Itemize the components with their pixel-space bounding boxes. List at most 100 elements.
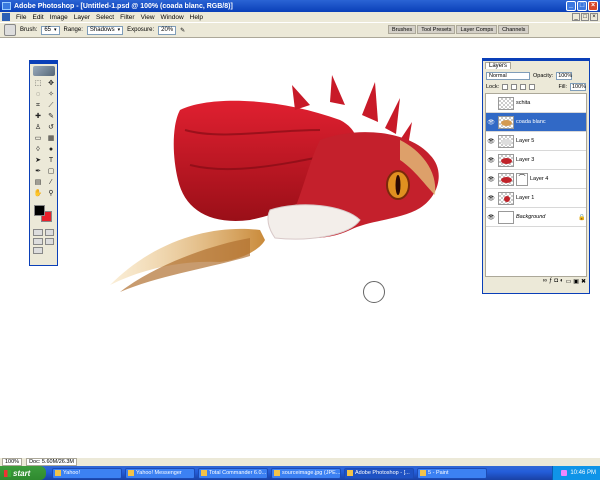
history-brush-icon[interactable]: ↺ — [45, 123, 57, 133]
taskbar-button-paint[interactable]: 5 - Paint — [417, 467, 487, 479]
blend-mode-select[interactable]: Normal — [486, 71, 530, 80]
layer-row-coada-blanc[interactable]: 👁 coada blanc — [486, 113, 586, 132]
taskbar-button-sourceimage[interactable]: sourceimage.jpg (JPE... — [271, 467, 341, 479]
dragon-pupil — [395, 175, 401, 195]
link-layers-icon[interactable]: ∞ — [543, 278, 547, 287]
layer-style-icon[interactable]: ƒ — [549, 278, 552, 287]
tab-layer-comps[interactable]: Layer Comps — [456, 25, 498, 34]
menu-help[interactable]: Help — [187, 14, 206, 21]
photoshop-logo[interactable] — [32, 66, 55, 76]
marquee-tool-icon[interactable]: ⬚ — [32, 79, 44, 89]
exposure-field[interactable]: 20% — [158, 25, 177, 35]
fill-field[interactable]: 100% — [570, 82, 586, 91]
new-layer-icon[interactable]: ▣ — [573, 278, 579, 287]
opacity-field[interactable]: 100% — [556, 71, 572, 80]
doc-info[interactable]: Doc: 5.60M/26.3M — [26, 458, 78, 466]
zoom-tool-icon[interactable]: ⚲ — [45, 189, 57, 199]
layer-row-background[interactable]: 👁 Background 🔒 — [486, 208, 586, 227]
maximize-button[interactable]: □ — [577, 1, 587, 11]
adjustment-layer-icon[interactable]: ◐ — [560, 278, 564, 287]
clone-stamp-icon[interactable]: ♙ — [32, 123, 44, 133]
image-icon — [274, 470, 280, 476]
minimize-button[interactable]: _ — [566, 1, 576, 11]
blur-tool-icon[interactable]: ◊ — [32, 145, 44, 155]
eye-icon[interactable]: 👁 — [486, 138, 496, 145]
burn-tool-preset-icon[interactable] — [4, 24, 16, 36]
eye-icon[interactable]: 👁 — [486, 195, 496, 202]
magic-wand-icon[interactable]: ✧ — [45, 90, 57, 100]
lock-transparency-icon[interactable] — [502, 83, 509, 90]
move-tool-icon[interactable]: ✥ — [45, 79, 57, 89]
tab-tool-presets[interactable]: Tool Presets — [417, 25, 456, 34]
zoom-field[interactable]: 100% — [2, 458, 23, 466]
slice-tool-icon[interactable]: ⟋ — [45, 101, 57, 111]
doc-restore-button[interactable]: □ — [581, 13, 589, 21]
layer-row-layer-3[interactable]: 👁 Layer 3 — [486, 151, 586, 170]
menu-view[interactable]: View — [138, 14, 158, 21]
menu-window[interactable]: Window — [158, 14, 187, 21]
burn-tool-icon[interactable]: ● — [45, 145, 57, 155]
eraser-tool-icon[interactable]: ▭ — [32, 134, 44, 144]
doc-close-button[interactable]: × — [590, 13, 598, 21]
airbrush-icon[interactable]: ✎ — [180, 27, 185, 34]
eye-icon[interactable]: 👁 — [486, 119, 496, 126]
layer-row-layer-4[interactable]: 👁 ⌒ Layer 4 — [486, 170, 586, 189]
start-button[interactable]: start — [0, 466, 46, 480]
tab-brushes[interactable]: Brushes — [388, 25, 417, 34]
lock-position-icon[interactable] — [520, 83, 527, 90]
taskbar-button-photoshop[interactable]: Adobe Photoshop - [... — [344, 467, 414, 479]
menu-image[interactable]: Image — [47, 14, 71, 21]
document-icon[interactable] — [2, 13, 10, 21]
taskbar-button-yahoo[interactable]: Yahoo! — [52, 467, 122, 479]
foreground-color-swatch[interactable] — [34, 205, 45, 216]
lasso-tool-icon[interactable]: ◌ — [32, 90, 44, 100]
start-label: start — [13, 468, 31, 478]
tab-layers[interactable]: Layers — [485, 62, 512, 69]
close-button[interactable]: × — [588, 1, 598, 11]
menu-edit[interactable]: Edit — [29, 14, 46, 21]
eye-icon[interactable]: 👁 — [486, 214, 496, 221]
taskbar-button-total-commander[interactable]: Total Commander 6.0... — [198, 467, 268, 479]
eye-icon[interactable]: 👁 — [486, 157, 496, 164]
screen-mode-standard-button[interactable] — [33, 238, 43, 245]
clock[interactable]: 10:46 PM — [570, 470, 596, 476]
crop-tool-icon[interactable]: ⌗ — [32, 101, 44, 111]
shape-tool-icon[interactable]: ▢ — [45, 167, 57, 177]
trash-icon[interactable]: ✖ — [581, 278, 586, 287]
lock-all-icon[interactable] — [529, 83, 536, 90]
hand-tool-icon[interactable]: ✋ — [32, 189, 44, 199]
menu-select[interactable]: Select — [93, 14, 117, 21]
lock-pixels-icon[interactable] — [511, 83, 518, 90]
menu-filter[interactable]: Filter — [117, 14, 137, 21]
tray-icon[interactable] — [561, 470, 568, 476]
healing-brush-icon[interactable]: ✚ — [32, 112, 44, 122]
doc-minimize-button[interactable]: _ — [572, 13, 580, 21]
photoshop-icon — [2, 2, 11, 10]
jump-to-imageready-button[interactable] — [33, 247, 43, 254]
screen-mode-full-button[interactable] — [44, 238, 54, 245]
layer-row-layer-1[interactable]: 👁 Layer 1 — [486, 189, 586, 208]
brush-picker[interactable]: 65 — [41, 25, 60, 35]
tab-channels[interactable]: Channels — [498, 25, 530, 34]
notes-tool-icon[interactable]: ▤ — [32, 178, 44, 188]
menu-layer[interactable]: Layer — [71, 14, 93, 21]
brush-tool-icon[interactable]: ✎ — [45, 112, 57, 122]
gradient-tool-icon[interactable]: ▦ — [45, 134, 57, 144]
eye-icon[interactable]: 👁 — [486, 176, 496, 183]
canvas-artwork[interactable] — [100, 70, 445, 300]
quick-mask-button[interactable] — [44, 229, 54, 236]
new-group-icon[interactable]: ▭ — [566, 278, 572, 287]
eyedropper-icon[interactable]: ⁄ — [45, 178, 57, 188]
menu-file[interactable]: File — [13, 14, 29, 21]
path-selection-icon[interactable]: ➤ — [32, 156, 44, 166]
add-mask-icon[interactable]: ◘ — [554, 278, 558, 287]
taskbar-button-yahoo-messenger[interactable]: Yahoo! Messenger — [125, 467, 195, 479]
range-select[interactable]: Shadows — [86, 25, 124, 35]
layer-row-schita[interactable]: schita — [486, 94, 586, 113]
layer-mask-thumbnail[interactable]: ⌒ — [516, 172, 528, 186]
layer-thumbnail — [498, 210, 514, 224]
layer-row-layer-5[interactable]: 👁 Layer 5 — [486, 132, 586, 151]
pen-tool-icon[interactable]: ✒ — [32, 167, 44, 177]
type-tool-icon[interactable]: T — [45, 156, 57, 166]
standard-mode-button[interactable] — [33, 229, 43, 236]
